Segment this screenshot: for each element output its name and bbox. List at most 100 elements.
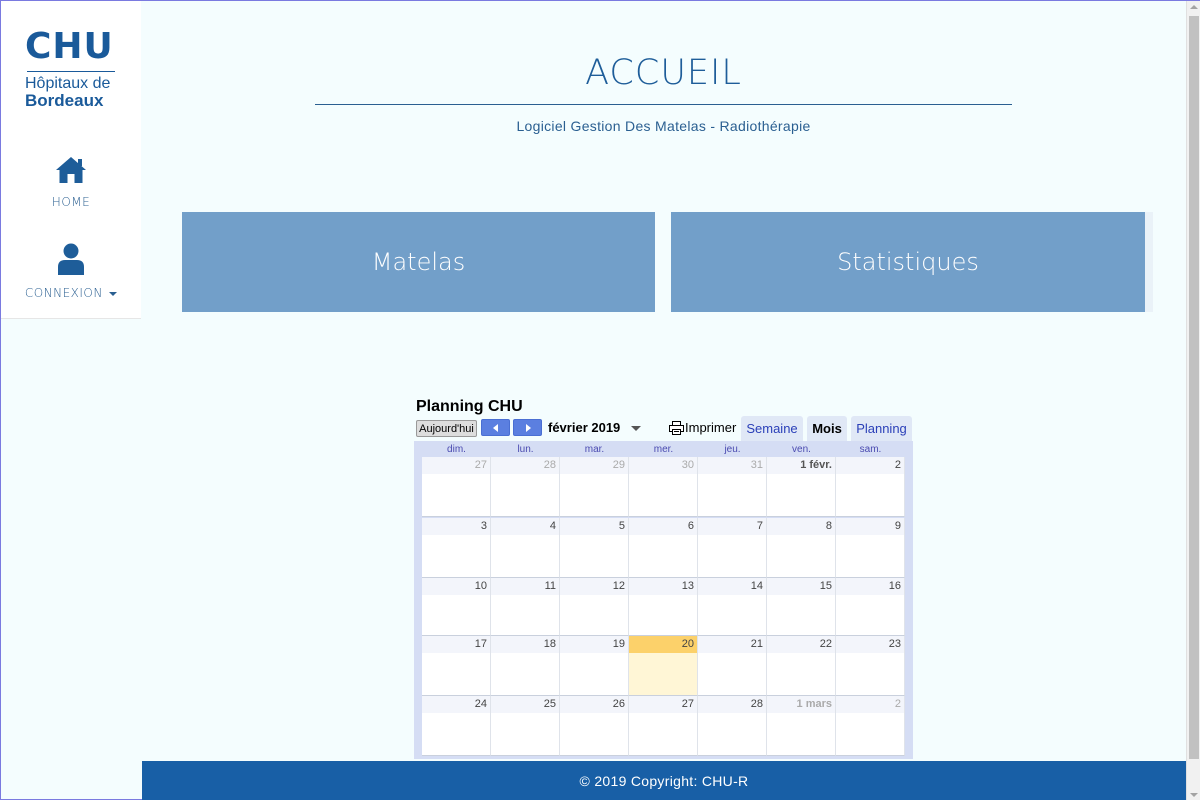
day-number: 7: [698, 518, 766, 535]
day-number: 28: [698, 696, 766, 713]
weekday-header: dim.: [447, 444, 466, 455]
month-dropdown-arrow-icon[interactable]: [631, 426, 641, 431]
calendar-day-cell[interactable]: 26: [560, 696, 629, 756]
print-link[interactable]: Imprimer: [669, 420, 736, 435]
calendar-day-cell[interactable]: 1 févr.: [767, 457, 836, 517]
statistiques-tile-button[interactable]: Statistiques: [671, 212, 1153, 312]
calendar-day-cell[interactable]: 23: [836, 636, 905, 696]
tab-mois[interactable]: Mois: [807, 416, 847, 441]
day-number: 11: [491, 578, 559, 595]
calendar-day-cell[interactable]: 5: [560, 518, 629, 578]
chu-logo[interactable]: CHU Hôpitaux de Bordeaux: [25, 29, 119, 110]
calendar-week-row: 27 28 29 30 31 1 févr. 2: [422, 457, 907, 517]
tab-planning[interactable]: Planning: [851, 416, 912, 441]
day-number: 10: [422, 578, 490, 595]
calendar-day-cell[interactable]: 9: [836, 518, 905, 578]
day-number: 16: [836, 578, 904, 595]
calendar-day-cell[interactable]: 25: [491, 696, 560, 756]
sidebar-item-home[interactable]: HOME: [1, 156, 141, 209]
calendar-day-cell[interactable]: 28: [698, 696, 767, 756]
calendar-day-cell[interactable]: 7: [698, 518, 767, 578]
day-number: 2: [836, 696, 904, 713]
calendar-day-cell[interactable]: 16: [836, 578, 905, 636]
printer-icon: [669, 420, 684, 435]
day-number: 25: [491, 696, 559, 713]
day-number: 26: [560, 696, 628, 713]
scroll-down-arrow-icon[interactable]: [1190, 793, 1198, 797]
scrollbar-thumb[interactable]: [1189, 16, 1199, 759]
calendar-day-cell[interactable]: 2: [836, 457, 905, 517]
calendar-day-cell[interactable]: 6: [629, 518, 698, 578]
calendar-day-cell[interactable]: 18: [491, 636, 560, 696]
calendar-week-row: 10 11 12 13 14 15 16: [422, 578, 907, 636]
day-number: 21: [698, 636, 766, 653]
calendar-day-cell[interactable]: 19: [560, 636, 629, 696]
calendar-day-cell[interactable]: 30: [629, 457, 698, 517]
calendar-day-cell[interactable]: 13: [629, 578, 698, 636]
calendar-week-row: 24 25 26 27 28 1 mars 2: [422, 696, 907, 756]
user-icon: [58, 243, 84, 275]
weekday-header: mar.: [584, 444, 605, 455]
calendar-day-cell[interactable]: 17: [422, 636, 491, 696]
calendar-day-cell[interactable]: 27: [629, 696, 698, 756]
calendar-week-row: 3 4 5 6 7 8 9: [422, 518, 907, 578]
calendar-day-cell[interactable]: 4: [491, 518, 560, 578]
day-number: 5: [560, 518, 628, 535]
day-number: 27: [629, 696, 697, 713]
arrow-left-icon: [493, 424, 498, 432]
tile-label: Matelas: [371, 248, 466, 276]
logo-divider: [27, 71, 115, 72]
calendar-week-row: 17 18 19 20 21 22 23: [422, 636, 907, 696]
calendar-day-cell-today[interactable]: 20: [629, 636, 698, 696]
day-number: 9: [836, 518, 904, 535]
sidebar-item-label: HOME: [51, 195, 91, 209]
calendar-day-cell[interactable]: 22: [767, 636, 836, 696]
matelas-tile-button[interactable]: Matelas: [182, 212, 655, 312]
arrow-right-icon: [526, 424, 531, 432]
caret-down-icon: [109, 291, 118, 296]
calendar-day-cell[interactable]: 10: [422, 578, 491, 636]
tile-label: Statistiques: [837, 248, 979, 276]
day-number: 30: [629, 457, 697, 474]
calendar-day-cell[interactable]: 15: [767, 578, 836, 636]
day-number: 28: [491, 457, 559, 474]
day-number: 14: [698, 578, 766, 595]
calendar-day-cell[interactable]: 28: [491, 457, 560, 517]
calendar-day-cell[interactable]: 11: [491, 578, 560, 636]
tab-semaine[interactable]: Semaine: [741, 416, 803, 441]
calendar-day-cell[interactable]: 12: [560, 578, 629, 636]
weekday-header: jeu.: [724, 444, 741, 455]
calendar-day-cell[interactable]: 14: [698, 578, 767, 636]
calendar-day-cell[interactable]: 27: [422, 457, 491, 517]
sidebar: CHU Hôpitaux de Bordeaux HOME CONNEXION: [1, 1, 141, 319]
calendar-day-cell[interactable]: 29: [560, 457, 629, 517]
day-number: 1 mars: [767, 696, 835, 713]
calendar-day-cell[interactable]: 31: [698, 457, 767, 517]
connexion-label: CONNEXION: [24, 286, 103, 300]
day-number: 31: [698, 457, 766, 474]
calendar-day-cell[interactable]: 2: [836, 696, 905, 756]
day-number: 18: [491, 636, 559, 653]
sidebar-item-connexion[interactable]: CONNEXION: [1, 243, 141, 300]
calendar-day-cell[interactable]: 1 mars: [767, 696, 836, 756]
day-number: 6: [629, 518, 697, 535]
current-month-label: février 2019: [548, 420, 621, 435]
today-button[interactable]: Aujourd'hui: [416, 420, 477, 437]
day-number: 24: [422, 696, 490, 713]
scroll-up-arrow-icon[interactable]: [1190, 5, 1198, 9]
next-month-button[interactable]: [513, 419, 542, 436]
day-number: 15: [767, 578, 835, 595]
weekday-header: lun.: [517, 444, 534, 455]
calendar-day-cell[interactable]: 21: [698, 636, 767, 696]
day-number: 20: [629, 636, 697, 653]
calendar-day-cell[interactable]: 24: [422, 696, 491, 756]
calendar-day-cell[interactable]: 8: [767, 518, 836, 578]
day-number: 4: [491, 518, 559, 535]
previous-month-button[interactable]: [481, 419, 510, 436]
weekday-header: sam.: [859, 444, 882, 455]
day-number: 12: [560, 578, 628, 595]
weekday-header: mer.: [653, 444, 674, 455]
day-number: 3: [422, 518, 490, 535]
vertical-scrollbar[interactable]: [1186, 1, 1200, 800]
calendar-day-cell[interactable]: 3: [422, 518, 491, 578]
